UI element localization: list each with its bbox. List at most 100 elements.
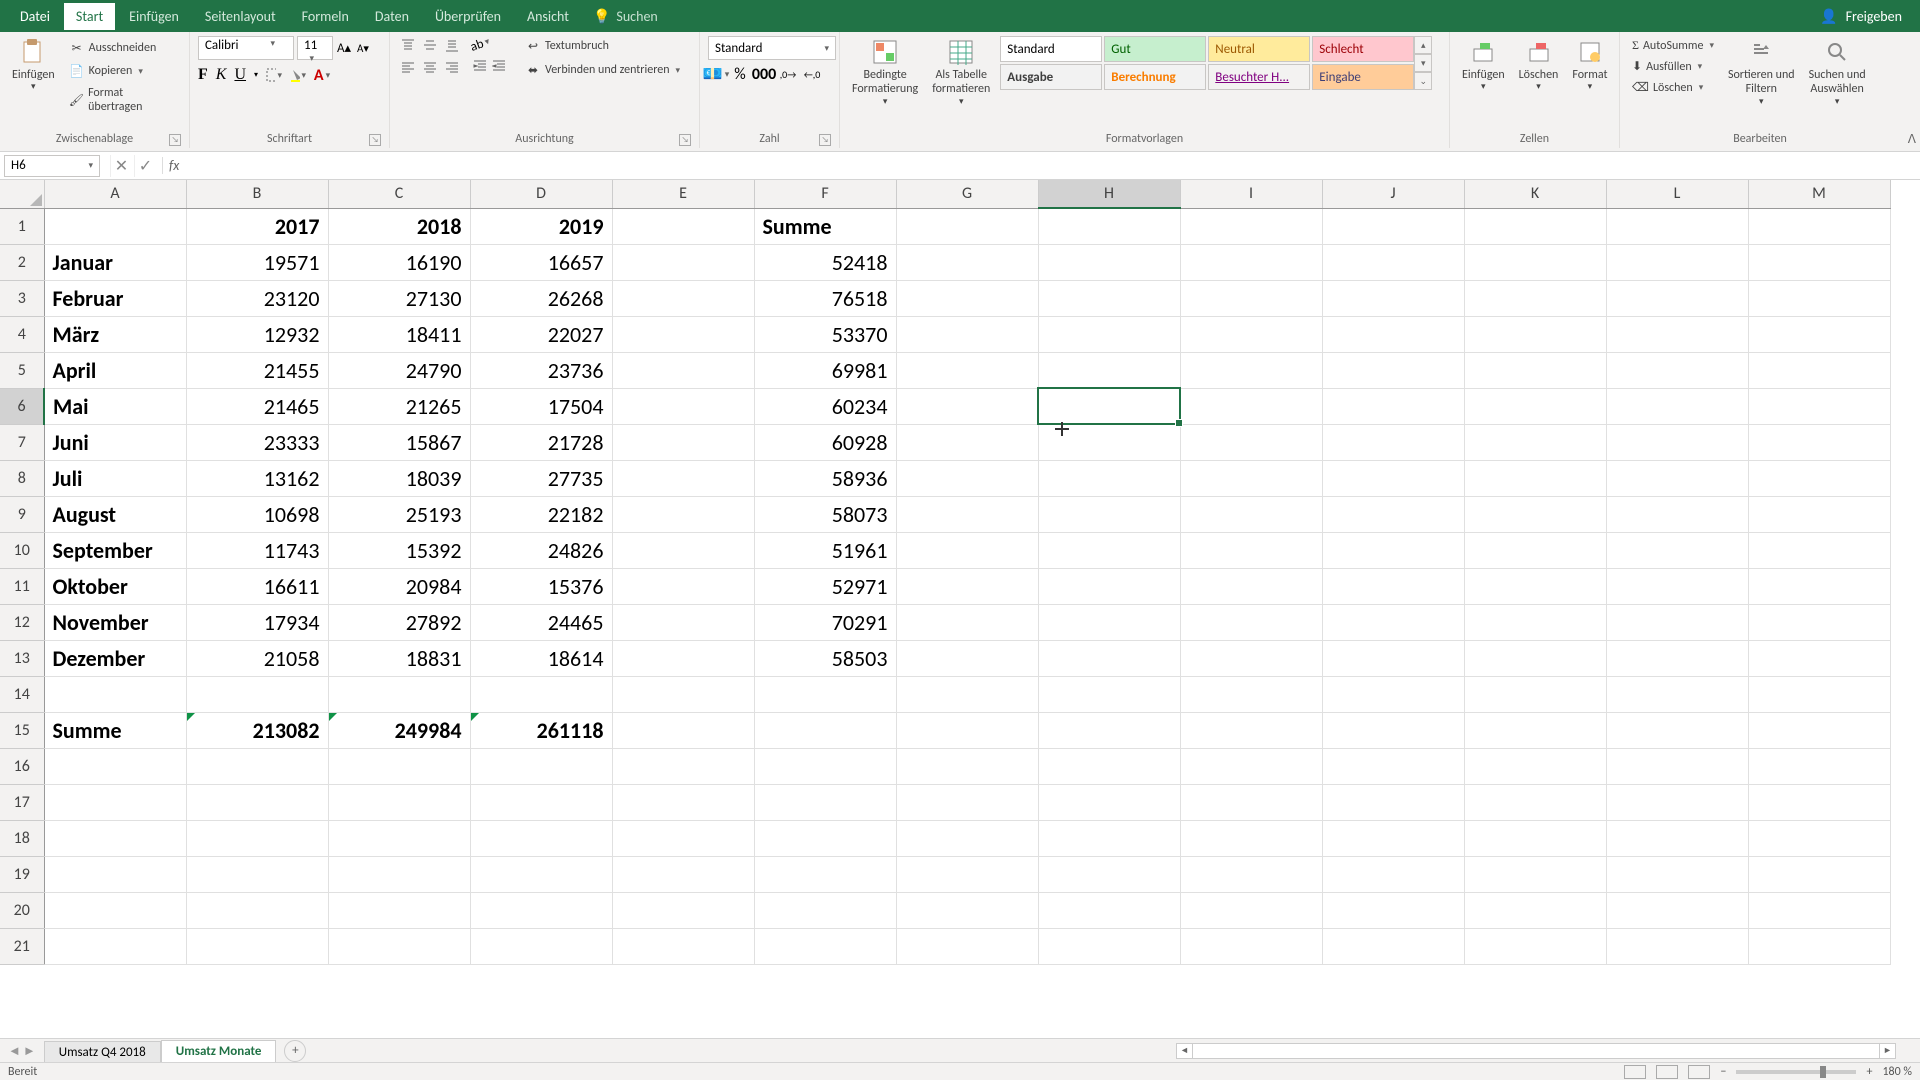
cell-M2[interactable]	[1748, 244, 1890, 280]
cell-A1[interactable]	[44, 208, 186, 244]
cell-F5[interactable]: 69981	[754, 352, 896, 388]
cell-K4[interactable]	[1464, 316, 1606, 352]
cell-B4[interactable]: 12932	[186, 316, 328, 352]
confirm-formula-button[interactable]: ✓	[134, 155, 156, 177]
cell-B11[interactable]: 16611	[186, 568, 328, 604]
cell-D11[interactable]: 15376	[470, 568, 612, 604]
col-header-H[interactable]: H	[1038, 180, 1180, 208]
cell-M9[interactable]	[1748, 496, 1890, 532]
cell-I5[interactable]	[1180, 352, 1322, 388]
cell-D1[interactable]: 2019	[470, 208, 612, 244]
cell-I19[interactable]	[1180, 856, 1322, 892]
cell-C9[interactable]: 25193	[328, 496, 470, 532]
cell-F7[interactable]: 60928	[754, 424, 896, 460]
cell-A20[interactable]	[44, 892, 186, 928]
cell-M18[interactable]	[1748, 820, 1890, 856]
cell-B8[interactable]: 13162	[186, 460, 328, 496]
menu-tab-pagelayout[interactable]: Seitenlayout	[193, 3, 288, 30]
cell-L13[interactable]	[1606, 640, 1748, 676]
cell-I3[interactable]	[1180, 280, 1322, 316]
menu-tab-review[interactable]: Überprüfen	[423, 3, 513, 30]
cell-K13[interactable]	[1464, 640, 1606, 676]
cell-G16[interactable]	[896, 748, 1038, 784]
cell-B21[interactable]	[186, 928, 328, 964]
zoom-out-button[interactable]: −	[1720, 1065, 1726, 1079]
cell-K9[interactable]	[1464, 496, 1606, 532]
cell-M4[interactable]	[1748, 316, 1890, 352]
align-left-button[interactable]	[398, 58, 418, 78]
cell-D2[interactable]: 16657	[470, 244, 612, 280]
cell-B18[interactable]	[186, 820, 328, 856]
cell-M16[interactable]	[1748, 748, 1890, 784]
view-pagelayout-button[interactable]	[1656, 1065, 1678, 1079]
row-header-21[interactable]: 21	[0, 928, 44, 964]
cell-I1[interactable]	[1180, 208, 1322, 244]
formula-input[interactable]	[185, 155, 1920, 177]
share-button[interactable]: Freigeben	[1846, 8, 1902, 25]
cell-L17[interactable]	[1606, 784, 1748, 820]
number-format-select[interactable]: Standard▾	[708, 36, 836, 60]
cell-F6[interactable]: 60234	[754, 388, 896, 424]
col-header-A[interactable]: A	[44, 180, 186, 208]
style-visited-link[interactable]: Besuchter H...	[1208, 64, 1310, 90]
style-good[interactable]: Gut	[1104, 36, 1206, 62]
cell-I8[interactable]	[1180, 460, 1322, 496]
cell-H12[interactable]	[1038, 604, 1180, 640]
cell-C8[interactable]: 18039	[328, 460, 470, 496]
insert-cells-button[interactable]: Einfügen▾	[1458, 36, 1509, 95]
cell-H3[interactable]	[1038, 280, 1180, 316]
cell-A18[interactable]	[44, 820, 186, 856]
cell-D19[interactable]	[470, 856, 612, 892]
cell-M21[interactable]	[1748, 928, 1890, 964]
cell-I12[interactable]	[1180, 604, 1322, 640]
row-header-4[interactable]: 4	[0, 316, 44, 352]
cell-G2[interactable]	[896, 244, 1038, 280]
cell-I20[interactable]	[1180, 892, 1322, 928]
cell-I7[interactable]	[1180, 424, 1322, 460]
copy-button[interactable]: 📄Kopieren	[65, 61, 181, 81]
cell-H17[interactable]	[1038, 784, 1180, 820]
col-header-B[interactable]: B	[186, 180, 328, 208]
col-header-J[interactable]: J	[1322, 180, 1464, 208]
cell-F20[interactable]	[754, 892, 896, 928]
increase-decimal-button[interactable]: ,0→	[780, 66, 796, 82]
cell-G4[interactable]	[896, 316, 1038, 352]
col-header-M[interactable]: M	[1748, 180, 1890, 208]
cell-I10[interactable]	[1180, 532, 1322, 568]
cell-K10[interactable]	[1464, 532, 1606, 568]
row-header-8[interactable]: 8	[0, 460, 44, 496]
view-pagebreak-button[interactable]	[1688, 1065, 1710, 1079]
cell-G8[interactable]	[896, 460, 1038, 496]
cell-B7[interactable]: 23333	[186, 424, 328, 460]
cell-F14[interactable]	[754, 676, 896, 712]
cell-H21[interactable]	[1038, 928, 1180, 964]
cut-button[interactable]: ✂Ausschneiden	[65, 38, 181, 58]
col-header-C[interactable]: C	[328, 180, 470, 208]
cell-F1[interactable]: Summe	[754, 208, 896, 244]
cell-J1[interactable]	[1322, 208, 1464, 244]
sort-filter-button[interactable]: Sortieren und Filtern▾	[1724, 36, 1799, 110]
cell-A19[interactable]	[44, 856, 186, 892]
autosum-button[interactable]: ΣAutoSumme	[1628, 36, 1718, 55]
row-header-1[interactable]: 1	[0, 208, 44, 244]
cell-L21[interactable]	[1606, 928, 1748, 964]
cell-C12[interactable]: 27892	[328, 604, 470, 640]
cell-A14[interactable]	[44, 676, 186, 712]
cell-B14[interactable]	[186, 676, 328, 712]
cell-L14[interactable]	[1606, 676, 1748, 712]
format-cells-button[interactable]: Format▾	[1568, 36, 1611, 95]
cell-C20[interactable]	[328, 892, 470, 928]
cell-G7[interactable]	[896, 424, 1038, 460]
sheet-tab[interactable]: Umsatz Q4 2018	[44, 1041, 161, 1063]
cell-A13[interactable]: Dezember	[44, 640, 186, 676]
cell-E11[interactable]	[612, 568, 754, 604]
cell-J18[interactable]	[1322, 820, 1464, 856]
increase-font-icon[interactable]: A▴	[336, 40, 352, 56]
row-header-14[interactable]: 14	[0, 676, 44, 712]
cell-G15[interactable]	[896, 712, 1038, 748]
cell-E9[interactable]	[612, 496, 754, 532]
cell-K7[interactable]	[1464, 424, 1606, 460]
dialog-launcher-icon[interactable]: ↘	[679, 134, 691, 146]
italic-button[interactable]: K	[216, 66, 227, 84]
cell-J9[interactable]	[1322, 496, 1464, 532]
